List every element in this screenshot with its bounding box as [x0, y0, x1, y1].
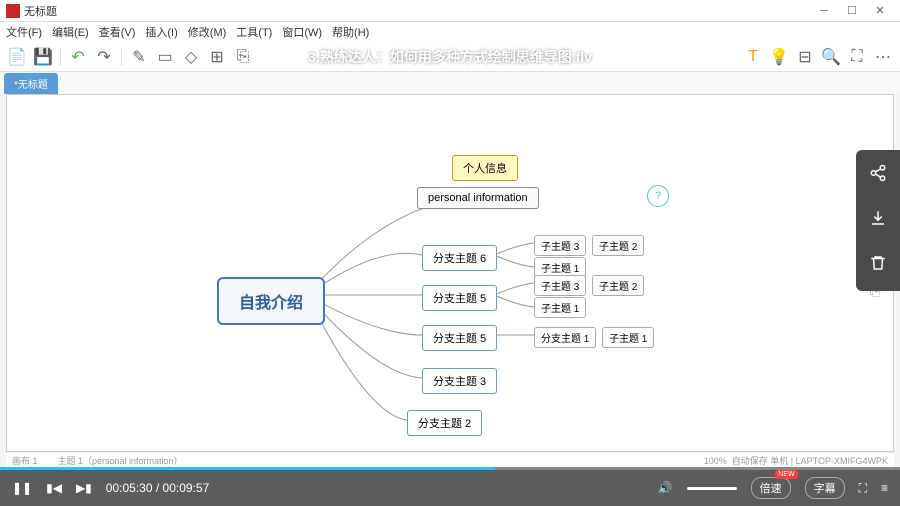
sub-node[interactable]: 子主题 3: [534, 275, 586, 296]
tool-icon[interactable]: ⊟: [796, 48, 814, 66]
tool-icon[interactable]: ⎘: [234, 48, 252, 66]
speed-button[interactable]: 倍速 NEW: [751, 477, 791, 499]
menu-modify[interactable]: 修改(M): [188, 24, 227, 40]
fullscreen-icon[interactable]: ⛶: [848, 48, 866, 66]
menu-tools[interactable]: 工具(T): [236, 24, 272, 40]
node-personal-info-en[interactable]: personal information: [417, 187, 539, 209]
sub-node[interactable]: 子主题 1: [534, 297, 586, 318]
action-panel: [856, 150, 900, 291]
time-display: 00:05:30 / 00:09:57: [106, 481, 209, 495]
app-statusbar: 画布 1 主题 1（personal information） 100% 自动保…: [6, 452, 894, 467]
video-title: 3.熟练达人：如何用多种方式绘制思维导图.flv: [308, 47, 592, 67]
menu-bar: 文件(F) 编辑(E) 查看(V) 插入(I) 修改(M) 工具(T) 窗口(W…: [0, 22, 900, 42]
menu-edit[interactable]: 编辑(E): [52, 24, 89, 40]
save-status: 自动保存 单机 | LAPTOP-XMIFG4WPK: [732, 456, 888, 466]
prev-button[interactable]: ▮◀: [46, 481, 62, 495]
node-branch-5b[interactable]: 分支主题 5: [422, 325, 497, 351]
undo-icon[interactable]: ↶: [69, 48, 87, 66]
node-branch-6[interactable]: 分支主题 6: [422, 245, 497, 271]
menu-help[interactable]: 帮助(H): [332, 24, 369, 40]
app-title: 无标题: [24, 3, 57, 19]
node-branch-5a[interactable]: 分支主题 5: [422, 285, 497, 311]
window-titlebar: 无标题 ─ ☐ ✕: [0, 0, 900, 22]
menu-view[interactable]: 查看(V): [99, 24, 136, 40]
sub-node[interactable]: 子主题 1: [602, 327, 654, 348]
tool-icon[interactable]: ◇: [182, 48, 200, 66]
root-node[interactable]: 自我介绍: [217, 277, 325, 325]
menu-window[interactable]: 窗口(W): [282, 24, 322, 40]
more-icon[interactable]: ⋯: [874, 48, 892, 66]
volume-icon[interactable]: 🔊: [658, 481, 673, 495]
sub-node[interactable]: 子主题 2: [592, 235, 644, 256]
mindmap-canvas[interactable]: 自我介绍 个人信息 personal information 分支主题 6 分支…: [6, 94, 894, 452]
fullscreen-button[interactable]: ⛶: [859, 481, 867, 496]
node-branch-3[interactable]: 分支主题 3: [422, 368, 497, 394]
new-file-icon[interactable]: 📄: [8, 48, 26, 66]
download-icon[interactable]: [869, 209, 887, 232]
sub-node[interactable]: 分支主题 1: [534, 327, 596, 348]
document-tab[interactable]: *无标题: [4, 73, 58, 94]
minimize-button[interactable]: ─: [810, 5, 838, 17]
redo-icon[interactable]: ↷: [95, 48, 113, 66]
playlist-button[interactable]: ≡: [881, 481, 888, 495]
share-icon[interactable]: [869, 164, 887, 187]
toolbar: 📄 💾 ↶ ↷ ✎ ▭ ◇ ⊞ ⎘ 3.熟练达人：如何用多种方式绘制思维导图.f…: [0, 42, 900, 72]
close-button[interactable]: ✕: [866, 4, 894, 17]
maximize-button[interactable]: ☐: [838, 4, 866, 17]
app-icon: [6, 4, 20, 18]
menu-insert[interactable]: 插入(I): [145, 24, 177, 40]
tab-bar: *无标题: [0, 72, 900, 94]
zoom-level: 100%: [704, 456, 727, 466]
menu-file[interactable]: 文件(F): [6, 24, 42, 40]
bulb-icon[interactable]: 💡: [770, 48, 788, 66]
node-branch-2[interactable]: 分支主题 2: [407, 410, 482, 436]
pause-button[interactable]: ❚❚: [12, 481, 32, 495]
save-icon[interactable]: 💾: [34, 48, 52, 66]
delete-icon[interactable]: [869, 254, 887, 277]
node-personal-info-cn[interactable]: 个人信息: [452, 155, 518, 181]
subtitle-button[interactable]: 字幕: [805, 477, 845, 499]
tool-icon[interactable]: ✎: [130, 48, 148, 66]
sub-node[interactable]: 子主题 3: [534, 235, 586, 256]
new-badge: NEW: [775, 470, 797, 479]
selection-info: 主题 1（personal information）: [58, 454, 183, 467]
sheet-name: 画布 1: [12, 454, 38, 467]
volume-slider[interactable]: [687, 487, 737, 490]
next-button[interactable]: ▶▮: [76, 481, 92, 495]
search-icon[interactable]: 🔍: [822, 48, 840, 66]
video-controls: ❚❚ ▮◀ ▶▮ 00:05:30 / 00:09:57 🔊 倍速 NEW 字幕…: [0, 470, 900, 506]
hint-bubble-icon[interactable]: ?: [647, 185, 669, 207]
style-icon[interactable]: T: [744, 48, 762, 66]
tool-icon[interactable]: ⊞: [208, 48, 226, 66]
tool-icon[interactable]: ▭: [156, 48, 174, 66]
sub-node[interactable]: 子主题 2: [592, 275, 644, 296]
